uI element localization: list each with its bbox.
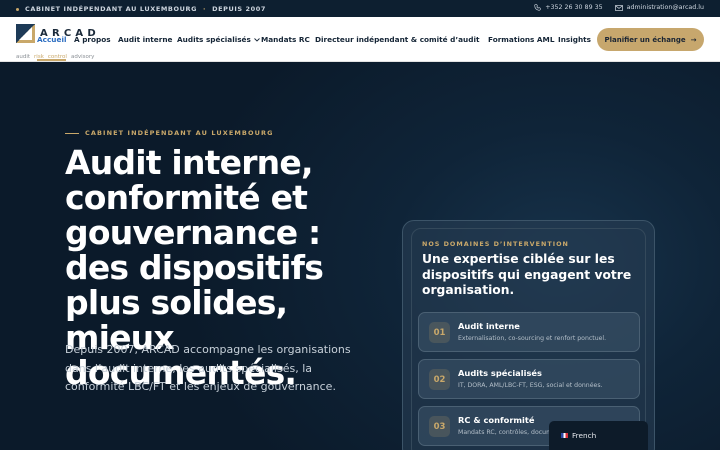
domains-title: Une expertise ciblée sur les dispositifs…: [422, 252, 632, 297]
language-label: French: [572, 431, 597, 440]
eyebrow-line: [65, 132, 79, 134]
arrow-right-icon: →: [690, 35, 697, 44]
mail-icon: [614, 4, 623, 11]
phone-number: +352 26 30 89 35: [545, 4, 603, 11]
domains-card: NOS DOMAINES D’INTERVENTION Une expertis…: [402, 220, 655, 450]
logo-tag: advisory: [70, 54, 95, 60]
french-flag-icon: [561, 433, 568, 438]
domain-title: Audits spécialisés: [458, 368, 542, 378]
hero-lead: Depuis 2007, ARCAD accompagne les organi…: [65, 343, 351, 393]
email-link[interactable]: administration@arcad.lu: [614, 4, 704, 11]
phone-icon: [534, 4, 541, 11]
email-address: administration@arcad.lu: [626, 4, 704, 11]
bullet-dot-icon: [16, 7, 19, 11]
schedule-call-button[interactable]: Planifier un échange →: [597, 28, 704, 51]
top-bar-tagline: CABINET INDÉPENDANT AU LUXEMBOURG · DEPU…: [16, 5, 266, 13]
domain-description: IT, DORA, AML/LBC-FT, ESG, social et don…: [458, 382, 603, 389]
nav-item-mandats-rc[interactable]: Mandats RC: [261, 35, 310, 44]
nav-item-a-propos[interactable]: À propos: [74, 35, 111, 44]
domain-item-audits-specialises[interactable]: 02 Audits spécialisés IT, DORA, AML/LBC-…: [418, 359, 640, 399]
phone-link[interactable]: +352 26 30 89 35: [534, 4, 603, 11]
hero-section: CABINET INDÉPENDANT AU LUXEMBOURG Audit …: [0, 62, 720, 450]
nav-item-audits-specialises[interactable]: Audits spécialisés: [177, 35, 260, 44]
cta-label: Planifier un échange: [604, 35, 686, 44]
domain-number: 02: [429, 369, 450, 390]
domain-number: 01: [429, 322, 450, 343]
top-bar-separator: ·: [203, 5, 207, 13]
chevron-down-icon: [254, 37, 260, 42]
nav-item-directeur-independant[interactable]: Directeur indépendant & comité d’audit: [315, 35, 479, 44]
hero-eyebrow: CABINET INDÉPENDANT AU LUXEMBOURG: [65, 129, 274, 137]
domain-number: 03: [429, 416, 450, 437]
nav-item-accueil[interactable]: Accueil: [37, 35, 67, 61]
nav-item-formations-aml[interactable]: Formations AML: [488, 35, 554, 44]
top-bar-location: CABINET INDÉPENDANT AU LUXEMBOURG: [25, 5, 198, 13]
nav-item-audit-interne[interactable]: Audit interne: [118, 35, 172, 44]
nav-item-label: Audits spécialisés: [177, 35, 251, 44]
logo-tag: audit: [16, 54, 31, 60]
domain-title: Audit interne: [458, 321, 520, 331]
top-bar: CABINET INDÉPENDANT AU LUXEMBOURG · DEPU…: [0, 0, 720, 17]
domain-item-audit-interne[interactable]: 01 Audit interne Externalisation, co-sou…: [418, 312, 640, 352]
nav-item-insights[interactable]: Insights: [558, 35, 591, 44]
top-bar-since: DEPUIS 2007: [212, 5, 267, 13]
logo-mark-icon: [16, 24, 35, 43]
main-navigation: ARCAD audit risk control advisory Accuei…: [0, 17, 720, 62]
domain-description: Externalisation, co-sourcing et renfort …: [458, 335, 607, 342]
language-switcher[interactable]: French: [549, 421, 648, 450]
domains-label: NOS DOMAINES D’INTERVENTION: [422, 240, 569, 248]
hero-eyebrow-text: CABINET INDÉPENDANT AU LUXEMBOURG: [85, 129, 274, 137]
domain-title: RC & conformité: [458, 415, 535, 425]
